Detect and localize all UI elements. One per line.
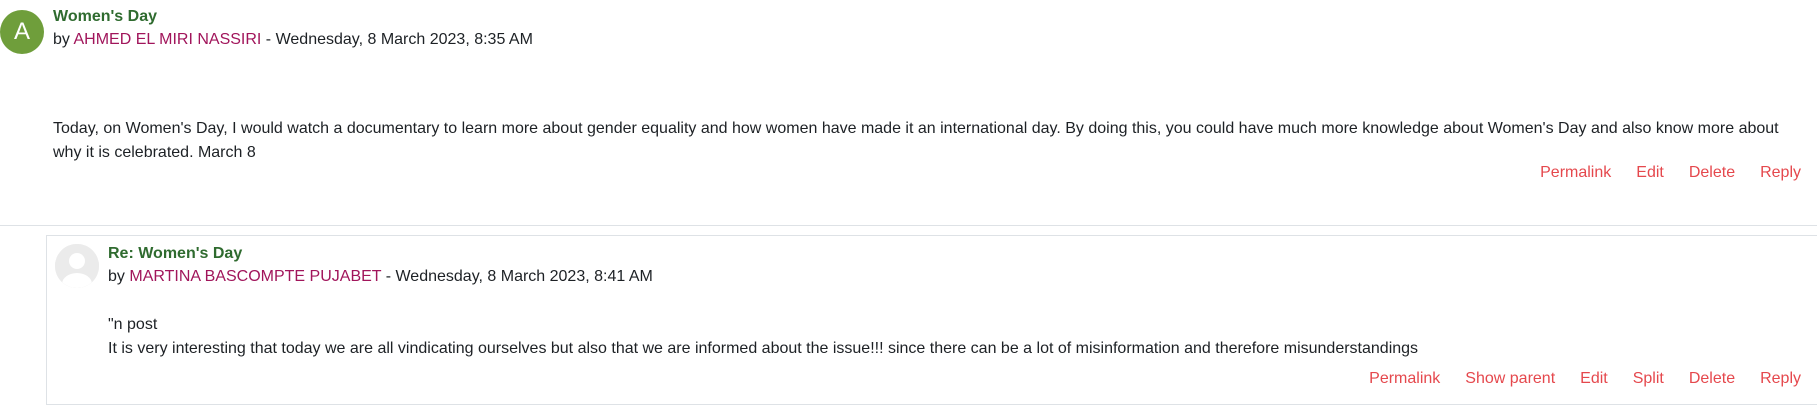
- user-silhouette-icon: [55, 244, 99, 288]
- date-separator: -: [261, 31, 276, 48]
- by-prefix: by: [108, 268, 125, 285]
- show-parent-link[interactable]: Show parent: [1465, 370, 1555, 388]
- author-link[interactable]: MARTINA BASCOMPTE PUJABET: [129, 268, 381, 285]
- split-link[interactable]: Split: [1633, 370, 1664, 388]
- delete-link[interactable]: Delete: [1689, 164, 1735, 182]
- post-date: Wednesday, 8 March 2023, 8:35 AM: [275, 31, 533, 48]
- reply-subject: Re: Women's Day: [108, 245, 243, 262]
- post-byline: by AHMED EL MIRI NASSIRI - Wednesday, 8 …: [53, 31, 533, 49]
- reply-byline: by MARTINA BASCOMPTE PUJABET - Wednesday…: [108, 268, 653, 286]
- avatar[interactable]: [55, 244, 99, 288]
- edit-link[interactable]: Edit: [1636, 164, 1664, 182]
- reply-post: Re: Women's Day by MARTINA BASCOMPTE PUJ…: [46, 235, 1817, 405]
- author-link[interactable]: AHMED EL MIRI NASSIRI: [73, 31, 261, 48]
- permalink-link[interactable]: Permalink: [1369, 370, 1440, 388]
- permalink-link[interactable]: Permalink: [1540, 164, 1611, 182]
- reply-link[interactable]: Reply: [1760, 370, 1801, 388]
- by-prefix: by: [53, 31, 70, 48]
- delete-link[interactable]: Delete: [1689, 370, 1735, 388]
- reply-link[interactable]: Reply: [1760, 164, 1801, 182]
- reply-commands: Permalink Show parent Edit Split Delete …: [1344, 370, 1801, 388]
- post-body: Today, on Women's Day, I would watch a d…: [53, 120, 1779, 161]
- post-commands: Permalink Edit Delete Reply: [1515, 164, 1801, 182]
- forum-post: A Women's Day by AHMED EL MIRI NASSIRI -…: [0, 0, 1817, 226]
- reply-body: "n post It is very interesting that toda…: [108, 313, 1788, 361]
- post-subject: Women's Day: [53, 8, 157, 25]
- reply-body-line: "n post: [108, 316, 158, 333]
- edit-link[interactable]: Edit: [1580, 370, 1608, 388]
- avatar[interactable]: A: [0, 10, 44, 54]
- date-separator: -: [381, 268, 396, 285]
- reply-date: Wednesday, 8 March 2023, 8:41 AM: [395, 268, 653, 285]
- reply-body-line: It is very interesting that today we are…: [108, 340, 1419, 357]
